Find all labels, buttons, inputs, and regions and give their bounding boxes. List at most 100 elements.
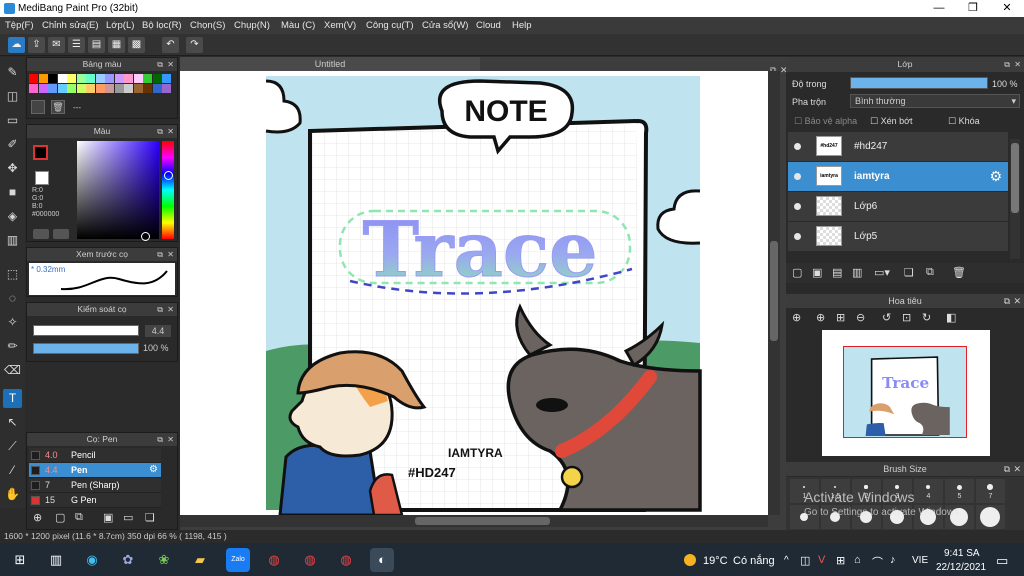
color-swatch[interactable] [38, 84, 48, 93]
visibility-icon[interactable] [794, 173, 801, 180]
folder-icon[interactable]: ▭ [123, 511, 133, 524]
color-swatch[interactable] [95, 84, 105, 93]
task-view-icon[interactable]: ▥ [44, 548, 68, 572]
chrome-icon-3[interactable]: ◍ [334, 548, 358, 572]
lasso-tool-icon[interactable]: ◌ [3, 289, 22, 308]
color-swatch[interactable] [133, 74, 143, 83]
add-brush-icon[interactable]: ⊕ [33, 511, 42, 524]
volume-icon[interactable]: ♪ [890, 554, 896, 566]
trash-icon[interactable]: 🗑 [51, 100, 65, 114]
merge-layer-icon[interactable]: ⧉ [926, 266, 934, 279]
file-explorer-icon[interactable]: ▰ [188, 548, 212, 572]
brush-size-slider[interactable] [33, 325, 139, 336]
clipping-checkbox[interactable]: ☐ Xén bớt [870, 116, 913, 127]
horizontal-scroll-thumb[interactable] [415, 517, 550, 525]
delete-layer-icon[interactable]: 🗑 [952, 266, 966, 279]
brush-size-cell[interactable] [976, 505, 1005, 529]
rotate-left-icon[interactable]: ↺ [882, 311, 891, 324]
menu-tools[interactable]: Công cụ(T) [366, 20, 414, 31]
menu-snap[interactable]: Chụp(N) [234, 20, 270, 31]
dropper2-tool-icon[interactable]: ⁄ [3, 461, 22, 480]
color-swatch[interactable] [67, 84, 76, 93]
weather-icon[interactable] [684, 554, 696, 566]
medibang-icon[interactable]: ◐ [370, 548, 394, 572]
menu-edit[interactable]: Chỉnh sửa(E) [42, 20, 99, 31]
brush-size-cell[interactable]: 4 [914, 479, 943, 503]
duplicate-layer-icon[interactable]: ❏ [904, 266, 914, 279]
language-indicator[interactable]: VIE [912, 555, 928, 566]
folder-icon[interactable]: ▭▾ [874, 266, 890, 279]
blend-mode-select[interactable]: Bình thường ▾ [850, 94, 1020, 108]
brush-size-value[interactable]: 4.4 [145, 325, 171, 337]
list-icon[interactable]: ▦ [108, 37, 125, 53]
menu-color[interactable]: Màu (C) [281, 20, 315, 31]
color-swatch[interactable] [86, 84, 95, 93]
color-swatch[interactable] [124, 74, 133, 83]
color-swatch[interactable] [105, 74, 114, 83]
color-swatch[interactable] [57, 74, 67, 83]
color-swatch[interactable] [143, 84, 152, 93]
brush-list-item[interactable]: 4.4 Pen ⚙ [29, 463, 161, 478]
brush-list-item[interactable]: 7 Pen (Sharp) [29, 478, 161, 493]
navigator-viewport[interactable]: Trace [843, 346, 967, 438]
minimize-button[interactable]: — [922, 0, 956, 17]
move-tool-icon[interactable]: ✥ [3, 159, 22, 178]
new-layer-icon[interactable]: ▢ [792, 266, 802, 279]
weather-temp[interactable]: 19°C [703, 555, 728, 567]
menu-layer[interactable]: Lớp(L) [106, 20, 134, 31]
tray-icon-3[interactable]: ⊞ [836, 554, 845, 567]
rotate-right-icon[interactable]: ↻ [922, 311, 931, 324]
brush-list-item[interactable]: 4.0 Pencil [29, 448, 161, 463]
protect-alpha-checkbox[interactable]: ☐ Bảo vệ alpha [794, 116, 857, 127]
zoom-in-2-icon[interactable]: ⊕ [816, 311, 825, 324]
color-swatch[interactable] [152, 84, 162, 93]
menu-help[interactable]: Help [512, 20, 532, 31]
color-swatch[interactable] [29, 74, 38, 83]
menu-view[interactable]: Xem(V) [324, 20, 356, 31]
layer-row[interactable]: Lớp5 [788, 222, 1008, 252]
new-brush-icon[interactable]: ▢ [55, 511, 65, 524]
undo-icon[interactable]: ↶ [162, 37, 179, 53]
new-palette-icon[interactable] [31, 100, 45, 114]
color-swatch[interactable] [162, 84, 171, 93]
layer-scroll-thumb[interactable] [1011, 143, 1019, 213]
new-halftone-layer-icon[interactable]: ▣ [812, 266, 822, 279]
menu-window[interactable]: Cửa sổ(W) [422, 20, 468, 31]
vertical-scrollbar[interactable] [768, 71, 780, 515]
color-swatch[interactable] [57, 84, 67, 93]
color-swatch[interactable] [95, 74, 105, 83]
edge-icon[interactable]: ◉ [80, 548, 104, 572]
lock-checkbox[interactable]: ☐ Khóa [948, 116, 980, 127]
weather-text[interactable]: Có nắng [733, 555, 775, 567]
color-swatch[interactable] [48, 84, 57, 93]
transparent-swatch[interactable] [35, 171, 49, 185]
close-button[interactable]: ✕ [990, 0, 1024, 17]
menu-filter[interactable]: Bộ lọc(R) [142, 20, 182, 31]
select-pen-icon[interactable]: ✏ [3, 337, 22, 356]
color-swatch[interactable] [76, 84, 86, 93]
select-tool-icon[interactable]: ⬚ [3, 265, 22, 284]
brush-list-item[interactable]: 15 G Pen [29, 493, 161, 508]
chrome-icon-2[interactable]: ◍ [298, 548, 322, 572]
upload-icon[interactable]: ⇪ [28, 37, 45, 53]
tray-vivaldi-icon[interactable]: V [818, 554, 825, 566]
swatch-grid[interactable] [29, 74, 171, 96]
brush-tool-icon[interactable]: ✎ [3, 63, 22, 82]
vertical-scroll-thumb[interactable] [770, 241, 778, 341]
bucket-tool-icon[interactable]: ◈ [3, 207, 22, 226]
gear-icon[interactable]: ⚙ [989, 168, 1002, 185]
clock-date[interactable]: 22/12/2021 [936, 562, 986, 573]
comment-icon[interactable]: ✉ [48, 37, 65, 53]
windows-start-icon[interactable]: ⊞ [8, 548, 32, 572]
layer-row[interactable]: Lớp6 [788, 192, 1008, 222]
app-icon-1[interactable]: ✿ [116, 548, 140, 572]
horizontal-scrollbar[interactable] [180, 515, 768, 527]
layer-scrollbar[interactable] [1010, 139, 1020, 259]
new-8bit-layer-icon[interactable]: ▤ [832, 266, 842, 279]
color-swatch[interactable] [38, 74, 48, 83]
clock-time[interactable]: 9:41 SA [944, 548, 980, 559]
gradient-tool-icon[interactable]: ▥ [3, 231, 22, 250]
visibility-icon[interactable] [794, 143, 801, 150]
select-eraser-icon[interactable]: ⌫ [3, 361, 22, 380]
fill-rect-tool-icon[interactable]: ■ [3, 183, 22, 202]
